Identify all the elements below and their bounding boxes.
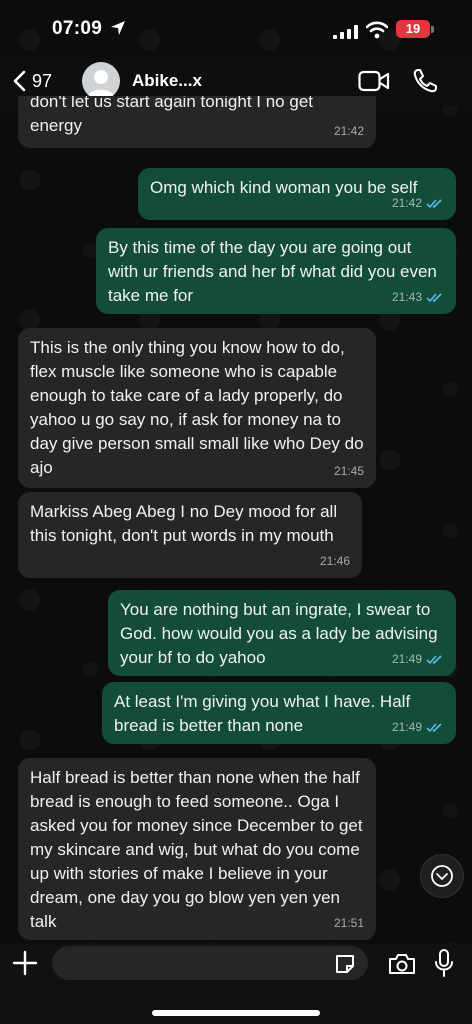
message-time: 21:43 (391, 290, 422, 304)
message-time: 21:46 (319, 554, 350, 568)
message-meta: 21:42 (334, 119, 364, 143)
message-bubble-incoming[interactable]: Markiss Abeg Abeg I no Dey mood for all … (18, 492, 362, 578)
message-meta: 21:51 (334, 911, 364, 935)
message-time: 21:51 (333, 916, 364, 930)
message-text: Half bread is better than none when the … (30, 768, 363, 931)
plus-icon[interactable] (12, 950, 38, 976)
back-button[interactable]: 97 (12, 70, 52, 92)
message-bubble-incoming[interactable]: don't let us start again tonight I no ge… (18, 96, 376, 148)
microphone-icon[interactable] (434, 948, 454, 978)
message-text: You are nothing but an ingrate, I swear … (120, 600, 438, 667)
chevron-down-icon (431, 865, 453, 887)
message-text: Markiss Abeg Abeg I no Dey mood for all … (30, 502, 338, 545)
message-composer (0, 944, 472, 1024)
contact-name[interactable]: Abike...x (132, 71, 202, 91)
message-text: At least I'm giving you what I have. Hal… (114, 692, 411, 735)
message-meta: 21:46 (320, 549, 350, 573)
message-time: 21:42 (333, 124, 364, 138)
message-bubble-outgoing[interactable]: By this time of the day you are going ou… (96, 228, 456, 314)
video-call-icon[interactable] (358, 70, 390, 92)
camera-icon[interactable] (388, 952, 416, 976)
message-bubble-outgoing[interactable]: You are nothing but an ingrate, I swear … (108, 590, 456, 676)
message-meta: 21:45 (334, 459, 364, 483)
sticker-icon[interactable] (334, 953, 356, 975)
message-text: don't let us start again tonight I no ge… (30, 96, 313, 135)
wifi-icon (366, 21, 388, 39)
message-text: By this time of the day you are going ou… (108, 238, 437, 305)
battery-nub (431, 26, 434, 33)
message-text: Omg which kind woman you be self (150, 178, 418, 197)
scroll-to-bottom-button[interactable] (420, 854, 464, 898)
message-input[interactable] (52, 946, 368, 980)
status-time: 07:09 (52, 18, 103, 39)
signal-icon (333, 25, 358, 39)
double-check-icon (426, 292, 442, 302)
message-meta: 21:49 (392, 647, 444, 671)
status-bar: 07:09 19 (0, 0, 472, 58)
location-arrow-icon (111, 21, 125, 35)
message-time: 21:49 (391, 720, 422, 734)
unread-count: 97 (32, 70, 53, 91)
message-text: This is the only thing you know how to d… (30, 338, 364, 477)
battery-indicator: 19 (396, 20, 430, 38)
default-avatar-icon (87, 70, 115, 98)
message-list[interactable]: don't let us start again tonight I no ge… (0, 96, 472, 944)
message-meta: 21:42 (392, 191, 444, 215)
double-check-icon (426, 198, 442, 208)
phone-icon[interactable] (412, 68, 438, 94)
double-check-icon (426, 722, 442, 732)
home-indicator (152, 1010, 320, 1016)
avatar[interactable] (82, 62, 120, 100)
message-time: 21:45 (333, 464, 364, 478)
message-time: 21:49 (391, 652, 422, 666)
message-meta: 21:49 (392, 715, 444, 739)
message-bubble-incoming[interactable]: Half bread is better than none when the … (18, 758, 376, 940)
double-check-icon (426, 654, 442, 664)
message-time: 21:42 (391, 196, 422, 210)
message-bubble-outgoing[interactable]: Omg which kind woman you be self 21:42 (138, 168, 456, 220)
message-bubble-incoming[interactable]: This is the only thing you know how to d… (18, 328, 376, 488)
message-meta: 21:43 (392, 285, 444, 309)
message-bubble-outgoing[interactable]: At least I'm giving you what I have. Hal… (102, 682, 456, 744)
chevron-left-icon (13, 70, 26, 92)
